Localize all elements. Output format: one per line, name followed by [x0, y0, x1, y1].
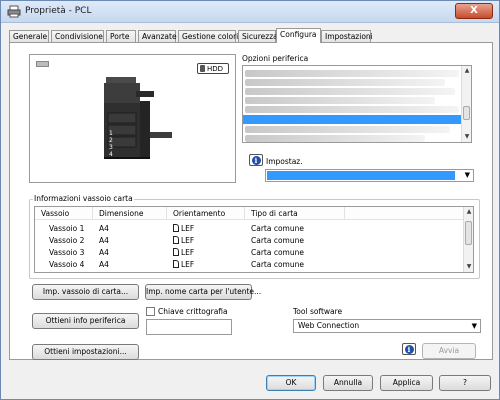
tool-software-dropdown[interactable]: Web Connection ▼ — [293, 319, 481, 333]
list-item[interactable] — [245, 88, 455, 95]
info-icon[interactable]: i — [402, 343, 416, 355]
scroll-up-icon[interactable]: ▲ — [464, 207, 473, 217]
column-header-orientation[interactable]: Orientamento — [167, 207, 245, 220]
cell-size: A4 — [99, 224, 109, 233]
paper-tray-label: Informazioni vassoio carta — [33, 194, 134, 203]
list-item[interactable] — [245, 70, 459, 77]
cell-tray: Vassoio 4 — [49, 260, 85, 269]
list-item[interactable] — [245, 126, 450, 133]
chevron-down-icon: ▼ — [464, 171, 470, 179]
scroll-down-icon[interactable]: ▼ — [464, 262, 473, 272]
tool-software-label: Tool software — [293, 307, 343, 316]
hdd-badge: HDD — [197, 63, 229, 74]
ok-button[interactable]: OK — [266, 375, 316, 391]
cell-paper-type: Carta comune — [251, 248, 304, 257]
column-header-paper-type[interactable]: Tipo di carta — [245, 207, 345, 220]
column-header-size[interactable]: Dimensione — [93, 207, 167, 220]
list-item-selected[interactable] — [243, 115, 461, 124]
cell-size: A4 — [99, 248, 109, 257]
close-button[interactable]: X — [455, 3, 493, 19]
scroll-thumb[interactable] — [463, 106, 470, 120]
tab-gestione-colori[interactable]: Gestione colori — [178, 30, 238, 42]
disk-icon — [200, 65, 205, 72]
printer-preview: HDD 1 2 3 4 — [29, 54, 236, 183]
apply-button[interactable]: Applica — [380, 375, 433, 391]
cell-paper-type: Carta comune — [251, 224, 304, 233]
tray-number-3: 3 — [109, 144, 113, 151]
list-item[interactable] — [245, 79, 445, 86]
tray-settings-button[interactable]: Imp. vassoio di carta... — [32, 284, 139, 300]
window-title: Proprietà - PCL — [25, 6, 92, 16]
paper-tray-table[interactable]: Vassoio Dimensione Orientamento Tipo di … — [34, 206, 474, 273]
cell-paper-type: Carta comune — [251, 236, 304, 245]
info-icon[interactable]: i — [249, 154, 263, 166]
document-icon — [173, 260, 179, 268]
setting-label: Impostaz. — [266, 157, 303, 166]
get-settings-button[interactable]: Ottieni impostazioni... — [32, 344, 139, 360]
tray-number-2: 2 — [109, 137, 113, 144]
encryption-input[interactable] — [146, 319, 232, 335]
tray-number-4: 4 — [109, 151, 113, 158]
list-item[interactable] — [245, 97, 435, 104]
properties-dialog: Proprietà - PCL X Generale Condivisione … — [0, 0, 500, 400]
table-header: Vassoio Dimensione Orientamento Tipo di … — [35, 207, 465, 220]
cell-tray: Vassoio 1 — [49, 224, 85, 233]
tab-configura[interactable]: Configura — [276, 28, 321, 43]
device-options-label: Opzioni periferica — [242, 54, 309, 63]
title-bar[interactable]: Proprietà - PCL X — [1, 1, 499, 23]
list-item[interactable] — [245, 106, 459, 113]
cell-size: A4 — [99, 260, 109, 269]
tray-number-1: 1 — [109, 130, 113, 137]
paper-icon — [36, 61, 49, 67]
cell-tray: Vassoio 2 — [49, 236, 85, 245]
table-scrollbar[interactable]: ▲ ▼ — [463, 207, 473, 272]
tab-generale[interactable]: Generale — [9, 30, 49, 42]
tab-sicurezza[interactable]: Sicurezza — [238, 30, 278, 42]
document-icon — [173, 224, 179, 232]
cell-orientation: LEF — [173, 260, 194, 270]
cell-orientation: LEF — [173, 224, 194, 234]
list-item[interactable] — [245, 135, 425, 142]
hdd-label: HDD — [207, 65, 224, 73]
document-icon — [173, 236, 179, 244]
cell-tray: Vassoio 3 — [49, 248, 85, 257]
scroll-down-icon[interactable]: ▼ — [462, 132, 471, 142]
cancel-button[interactable]: Annulla — [323, 375, 373, 391]
tab-porte[interactable]: Porte — [106, 30, 136, 42]
help-button[interactable]: ? — [439, 375, 491, 391]
column-header-tray[interactable]: Vassoio — [35, 207, 93, 220]
tool-software-value: Web Connection — [298, 321, 360, 330]
cell-paper-type: Carta comune — [251, 260, 304, 269]
setting-value-highlight — [267, 171, 455, 180]
cell-orientation: LEF — [173, 236, 194, 246]
scroll-up-icon[interactable]: ▲ — [462, 66, 471, 76]
encryption-checkbox[interactable] — [146, 307, 155, 316]
document-icon — [173, 248, 179, 256]
tab-impostazioni[interactable]: Impostazioni — [321, 30, 373, 42]
cell-orientation: LEF — [173, 248, 194, 258]
device-options-list[interactable]: ▲ ▼ — [242, 65, 472, 143]
paper-name-button[interactable]: Imp. nome carta per l'utente... — [145, 284, 261, 300]
setting-dropdown[interactable]: ▼ — [265, 169, 474, 182]
tab-avanzate[interactable]: Avanzate — [138, 30, 177, 42]
chevron-down-icon: ▼ — [471, 322, 477, 330]
printer-icon — [7, 5, 21, 18]
options-scrollbar[interactable]: ▲ ▼ — [461, 66, 471, 142]
tab-condivisione[interactable]: Condivisione — [51, 30, 104, 42]
get-device-info-button[interactable]: Ottieni info periferica — [32, 313, 139, 329]
encryption-label: Chiave crittografia — [158, 307, 228, 316]
scroll-thumb[interactable] — [465, 221, 472, 245]
launch-button[interactable]: Avvia — [422, 343, 476, 359]
cell-size: A4 — [99, 236, 109, 245]
